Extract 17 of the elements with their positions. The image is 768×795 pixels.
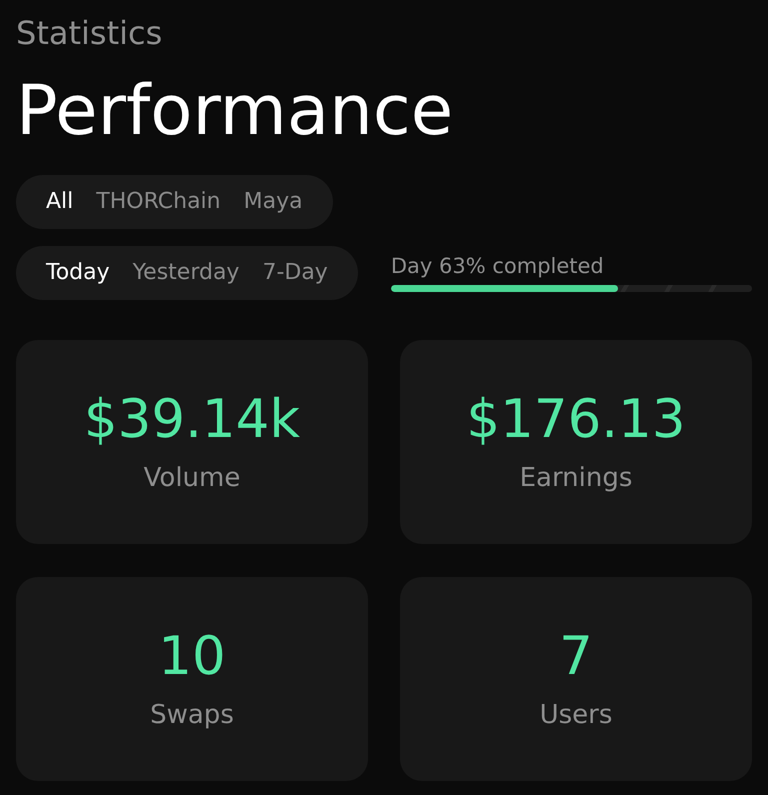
page-title: Performance [16, 71, 454, 151]
stat-value: $39.14k [84, 389, 300, 451]
progress-label: Day 63% completed [390, 253, 604, 280]
tab[interactable]: Today [46, 258, 110, 288]
tab[interactable]: Yesterday [132, 258, 240, 288]
stat-label: Volume [144, 462, 240, 495]
stat-label: Users [540, 699, 612, 732]
stat-value: $176.13 [466, 389, 686, 451]
stat-label: Swaps [150, 699, 234, 732]
stat-label: Earnings [520, 462, 632, 495]
tab[interactable]: 7-Day [262, 258, 328, 288]
tab[interactable]: All [46, 187, 74, 217]
stat-value: 10 [158, 626, 226, 688]
tab[interactable]: THORChain [96, 187, 221, 217]
tab[interactable]: Maya [244, 187, 303, 217]
page-subtitle: Statistics [16, 13, 162, 53]
stat-value: 7 [559, 626, 593, 688]
